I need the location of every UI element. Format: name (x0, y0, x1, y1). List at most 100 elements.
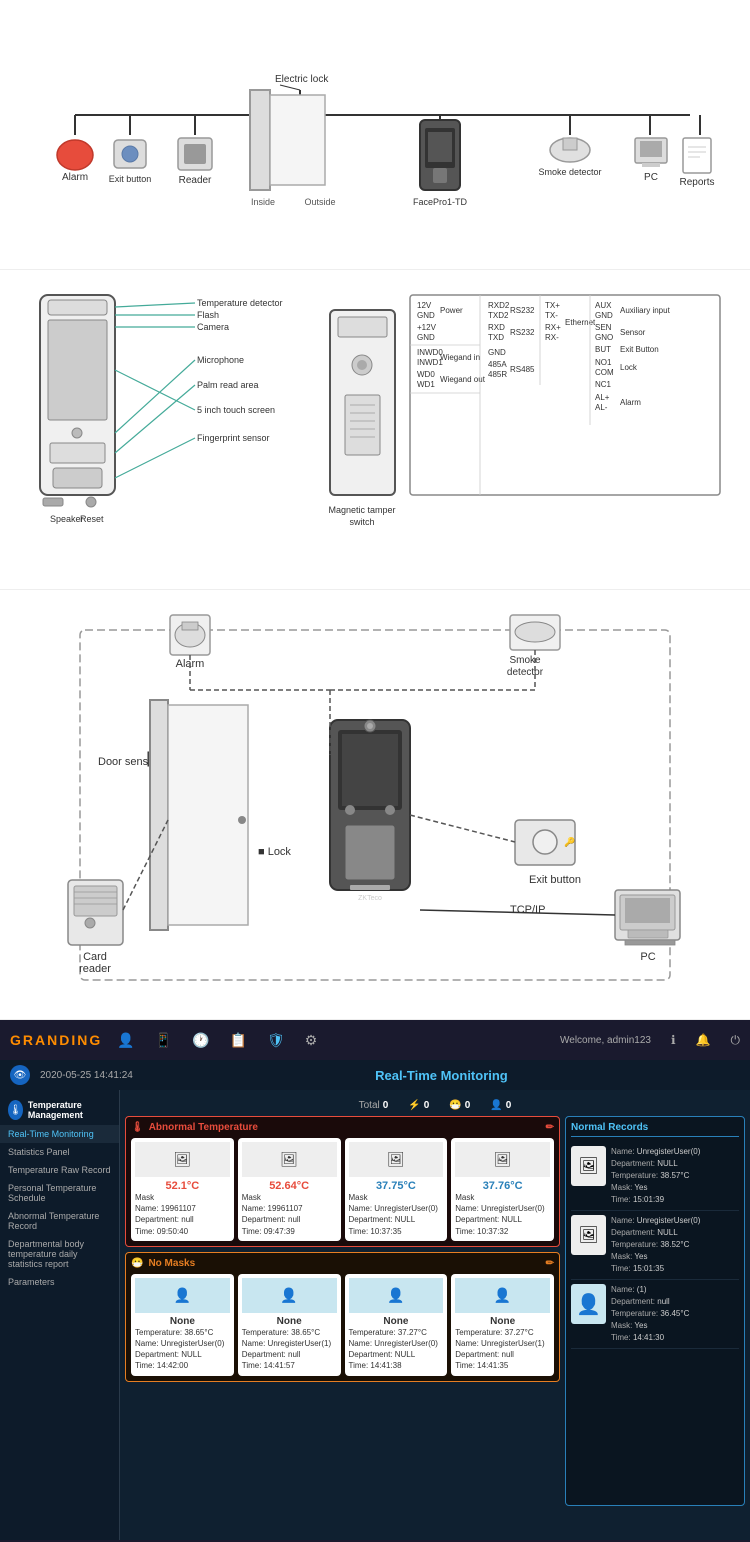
stat-user-icon: 👤 (490, 1100, 502, 1111)
stats-bar: Total 0 ⚡ 0 😷 0 👤 0 (125, 1095, 745, 1116)
record-img-0: 🖼 (571, 1146, 606, 1186)
svg-text:RX-: RX- (545, 333, 559, 342)
temp-val-3: 37.76°C (455, 1180, 550, 1192)
card-detail-1: Mask Name: 19961107 Department: null Tim… (242, 1192, 337, 1237)
svg-text:485A: 485A (488, 360, 507, 369)
svg-text:AL+: AL+ (595, 393, 610, 402)
sidebar-item-params[interactable]: Parameters (0, 1273, 119, 1291)
nomask-detail-2: Temperature: 37.27°C Name: UnregisterUse… (349, 1327, 444, 1372)
nomask-card-2: 👤 None Temperature: 37.27°C Name: Unregi… (345, 1274, 448, 1376)
svg-text:Reports: Reports (679, 177, 714, 188)
nav-settings-icon[interactable]: ⚙ (305, 1032, 318, 1049)
sidebar-item-statistics[interactable]: Statistics Panel (0, 1143, 119, 1161)
abnormal-panel-title: 🌡 Abnormal Temperature ✏ (131, 1122, 554, 1133)
abnormal-card-0: 🖼 52.1°C Mask Name: 19961107 Department:… (131, 1138, 234, 1241)
stat-total-label: Total (359, 1100, 380, 1111)
card-img-2: 🖼 (349, 1142, 444, 1177)
svg-text:switch: switch (349, 517, 374, 527)
sidebar-item-raw[interactable]: Temperature Raw Record (0, 1161, 119, 1179)
nomask-detail-1: Temperature: 38.65°C Name: UnregisterUse… (242, 1327, 337, 1372)
svg-text:GND: GND (488, 348, 506, 357)
svg-text:AUX: AUX (595, 301, 612, 310)
record-detail-1: Name: UnregisterUser(0) Department: NULL… (611, 1215, 700, 1275)
abnormal-title-icon: 🌡 (131, 1122, 144, 1133)
abnormal-card-1: 🖼 52.64°C Mask Name: 19961107 Department… (238, 1138, 341, 1241)
record-detail-0: Name: UnregisterUser(0) Department: NULL… (611, 1146, 700, 1206)
svg-text:Exit button: Exit button (529, 874, 581, 886)
nomask-detail-3: Temperature: 37.27°C Name: UnregisterUse… (455, 1327, 550, 1372)
svg-text:SEN: SEN (595, 323, 612, 332)
svg-text:Lock: Lock (620, 363, 638, 372)
connection-diagram-svg: Alarm Smoke detector Door sensor ■ Lock … (20, 600, 730, 1020)
svg-text:RS232: RS232 (510, 328, 535, 337)
nav-device-icon[interactable]: 📱 (155, 1032, 172, 1049)
stat-alert: ⚡ 0 (408, 1100, 429, 1111)
section4-software-ui: GRANDING 👤 📱 🕐 📋 🛡 ⚙ Welcome, admin123 ℹ… (0, 1020, 750, 1542)
svg-text:Exit Button: Exit Button (620, 345, 659, 354)
normal-record-1: 🖼 Name: UnregisterUser(0) Department: NU… (571, 1211, 739, 1280)
svg-text:Alarm: Alarm (62, 172, 88, 183)
svg-text:TX+: TX+ (545, 301, 560, 310)
sidebar-item-realtime[interactable]: Real-Time Monitoring (0, 1125, 119, 1143)
stat-user: 👤 0 (490, 1100, 511, 1111)
stat-mask: 😷 0 (449, 1100, 470, 1111)
abnormal-card-2: 🖼 37.75°C Mask Name: UnregisterUser(0) D… (345, 1138, 448, 1241)
nav-user-icon[interactable]: 👤 (117, 1032, 134, 1049)
svg-text:detector: detector (507, 667, 544, 678)
content-area: Total 0 ⚡ 0 😷 0 👤 0 (120, 1090, 750, 1540)
nomask-card-3: 👤 None Temperature: 37.27°C Name: Unregi… (451, 1274, 554, 1376)
svg-text:GND: GND (595, 311, 613, 320)
svg-text:■ Lock: ■ Lock (258, 846, 291, 858)
svg-text:RX+: RX+ (545, 323, 561, 332)
sidebar-item-dept[interactable]: Departmental body temperature daily stat… (0, 1235, 119, 1273)
nomask-none-0: None (135, 1316, 230, 1327)
nomask-img-0: 👤 (135, 1278, 230, 1313)
svg-text:Inside: Inside (251, 197, 275, 207)
svg-text:WD0: WD0 (417, 370, 435, 379)
svg-text:RXD: RXD (488, 323, 505, 332)
page-title: Real-Time Monitoring (143, 1068, 740, 1083)
svg-text:Palm read area: Palm read area (197, 380, 259, 390)
svg-text:Power: Power (440, 306, 463, 315)
svg-text:NC1: NC1 (595, 380, 612, 389)
top-bar: 👁 2020-05-25 14:41:24 Real-Time Monitori… (0, 1060, 750, 1090)
sidebar-item-personal[interactable]: Personal Temperature Schedule (0, 1179, 119, 1207)
svg-text:GND: GND (417, 311, 435, 320)
svg-text:Reset: Reset (80, 514, 104, 524)
header-power-icon[interactable]: ⏻ (731, 1033, 741, 1048)
stat-total-value: 0 (383, 1100, 389, 1111)
nomask-edit-icon[interactable]: ✏ (546, 1258, 554, 1269)
abnormal-edit-icon[interactable]: ✏ (546, 1122, 554, 1133)
system-diagram-svg: Alarm Exit button Reader Electric lock I… (20, 20, 730, 260)
nav-report-icon[interactable]: 📋 (230, 1032, 247, 1049)
nomask-card-1: 👤 None Temperature: 38.65°C Name: Unregi… (238, 1274, 341, 1376)
svg-text:Auxiliary input: Auxiliary input (620, 306, 671, 315)
temp-val-2: 37.75°C (349, 1180, 444, 1192)
svg-text:Magnetic tamper: Magnetic tamper (328, 505, 395, 515)
section2-device-detail: Speaker Reset Temperature detector Flash… (0, 270, 750, 590)
device-detail-svg: Speaker Reset Temperature detector Flash… (20, 285, 730, 585)
svg-text:TX-: TX- (545, 311, 558, 320)
sidebar-item-abnormal[interactable]: Abnormal Temperature Record (0, 1207, 119, 1235)
nav-time-icon[interactable]: 🕐 (192, 1032, 209, 1049)
svg-text:Microphone: Microphone (197, 355, 244, 365)
svg-text:BUT: BUT (595, 345, 611, 354)
svg-text:TXD: TXD (488, 333, 504, 342)
header-bell-icon[interactable]: 🔔 (696, 1033, 711, 1047)
svg-text:RS232: RS232 (510, 306, 535, 315)
welcome-text: Welcome, admin123 (560, 1035, 651, 1046)
svg-text:ZKTeco: ZKTeco (358, 895, 382, 902)
svg-text:485R: 485R (488, 370, 507, 379)
svg-text:Wiegand in: Wiegand in (440, 353, 480, 362)
svg-text:Reader: Reader (179, 175, 212, 186)
sidebar: 🌡 Temperature Management Real-Time Monit… (0, 1090, 120, 1540)
sidebar-header: 🌡 Temperature Management (0, 1095, 119, 1125)
nomask-none-2: None (349, 1316, 444, 1327)
header-help-icon[interactable]: ℹ (671, 1033, 676, 1047)
svg-text:Card: Card (83, 951, 107, 963)
app-nav: 👤 📱 🕐 📋 🛡 ⚙ (117, 1032, 545, 1049)
nav-shield-icon[interactable]: 🛡 (267, 1032, 285, 1049)
record-img-2: 👤 (571, 1284, 606, 1324)
svg-text:5 inch touch screen: 5 inch touch screen (197, 405, 275, 415)
nomask-none-3: None (455, 1316, 550, 1327)
